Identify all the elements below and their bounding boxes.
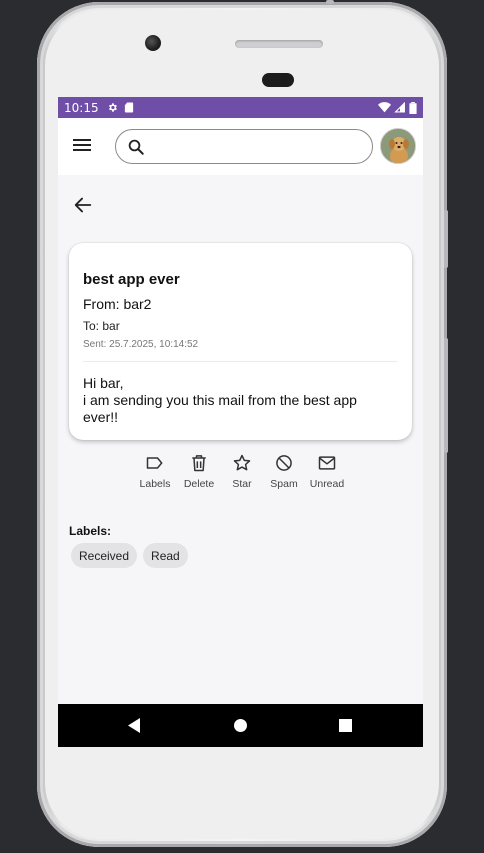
labels-heading: Labels: [69, 524, 112, 538]
action-label: Delete [183, 478, 215, 490]
action-label: Spam [270, 478, 298, 490]
nav-home-icon[interactable] [234, 719, 247, 732]
system-navigation-bar [58, 704, 423, 747]
earpiece-speaker [235, 40, 323, 48]
app-bar [58, 118, 423, 175]
action-label: Star [232, 478, 252, 490]
search-icon [128, 139, 144, 155]
star-button[interactable]: Star [220, 453, 264, 490]
mail-sent-date: Sent: 25.7.2025, 10:14:52 [83, 339, 199, 350]
front-camera [145, 35, 161, 51]
status-time: 10:15 [64, 100, 99, 115]
labels-button[interactable]: Labels [133, 453, 177, 490]
label-chip-read[interactable]: Read [143, 543, 188, 568]
mail-from: From: bar2 [83, 296, 152, 312]
nav-back-icon[interactable] [128, 718, 141, 733]
delete-button[interactable]: Delete [177, 453, 221, 490]
wifi-icon [378, 102, 391, 113]
volume-button [444, 338, 448, 453]
action-label: Unread [309, 478, 345, 490]
back-arrow-icon[interactable] [72, 194, 94, 216]
card-divider [83, 361, 398, 362]
spam-button[interactable]: Spam [262, 453, 306, 490]
label-chips: Received Read [71, 543, 188, 568]
power-button [444, 210, 448, 268]
nav-recents-icon[interactable] [339, 719, 352, 732]
action-label: Labels [139, 478, 171, 490]
mark-unread-button[interactable]: Unread [305, 453, 349, 490]
hamburger-menu-icon[interactable] [72, 136, 94, 156]
sim-card-icon [124, 102, 133, 113]
dog-avatar-icon [381, 129, 415, 163]
star-icon [233, 454, 251, 471]
label-chip-received[interactable]: Received [71, 543, 138, 568]
signal-icon [394, 102, 405, 113]
mail-actions: Labels Delete Star Spam Unread [133, 453, 353, 493]
trash-icon [192, 455, 206, 472]
label-icon [146, 457, 163, 469]
mail-icon [318, 456, 336, 470]
mail-subject: best app ever [83, 271, 180, 288]
mail-body: Hi bar, i am sending you this mail from … [83, 375, 357, 425]
mail-to: To: bar [83, 319, 120, 333]
mail-card: best app ever From: bar2 To: bar Sent: 2… [69, 243, 412, 440]
battery-icon [409, 101, 417, 114]
search-input[interactable] [115, 129, 373, 164]
gear-icon [108, 103, 117, 112]
proximity-sensor [262, 73, 294, 87]
status-bar: 10:15 [58, 97, 423, 118]
device-screen: 10:15 best app ever From: bar2 To: bar S… [58, 97, 423, 747]
top-edge-button [326, 0, 334, 4]
avatar[interactable] [380, 128, 416, 164]
block-icon [276, 455, 292, 471]
